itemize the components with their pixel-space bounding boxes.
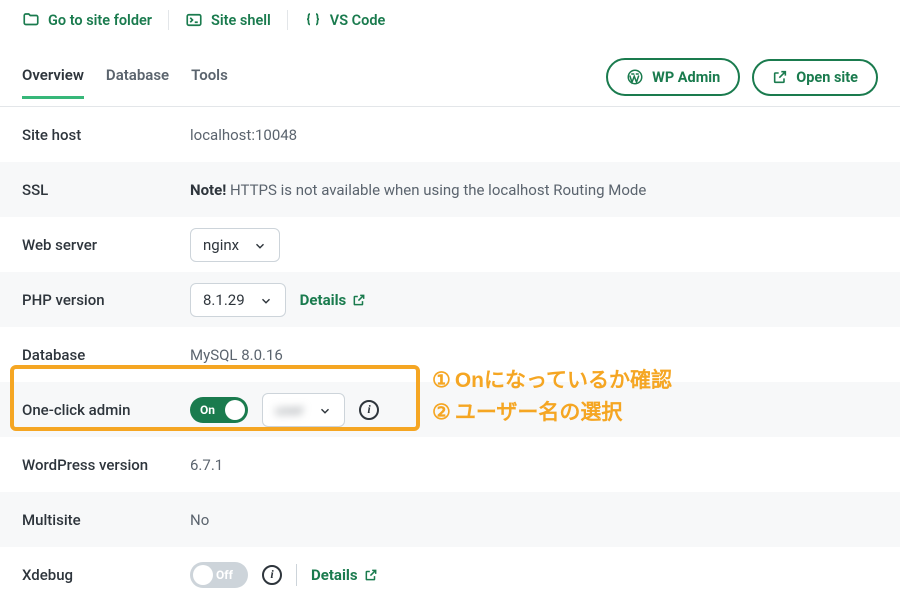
- overview-rows: Site host localhost:10048 SSL Note! HTTP…: [0, 107, 900, 602]
- xdebug-details-label: Details: [311, 566, 358, 584]
- info-icon[interactable]: i: [262, 565, 282, 585]
- wp-version-value: 6.7.1: [190, 456, 223, 474]
- row-web-server: Web server nginx: [0, 217, 900, 272]
- xdebug-label: Xdebug: [22, 566, 190, 584]
- row-ssl: SSL Note! HTTPS is not available when us…: [0, 162, 900, 217]
- chevron-down-icon: [318, 404, 332, 418]
- web-server-select[interactable]: nginx: [190, 228, 280, 262]
- ssl-value: Note! HTTPS is not available when using …: [190, 181, 646, 199]
- topbar-separator: [287, 10, 288, 30]
- tab-database[interactable]: Database: [106, 66, 169, 98]
- multisite-label: Multisite: [22, 511, 190, 529]
- folder-icon: [22, 11, 40, 29]
- separator: [296, 564, 297, 586]
- php-select[interactable]: 8.1.29: [190, 283, 286, 317]
- info-icon[interactable]: i: [359, 400, 379, 420]
- ssl-note-bold: Note!: [190, 181, 226, 199]
- wp-admin-label: WP Admin: [652, 69, 720, 86]
- tabbar: Overview Database Tools WP Admin Open si…: [0, 40, 900, 107]
- row-site-host: Site host localhost:10048: [0, 107, 900, 162]
- chevron-down-icon: [259, 294, 273, 308]
- tab-tools[interactable]: Tools: [191, 66, 228, 98]
- site-folder-link[interactable]: Go to site folder: [22, 11, 152, 29]
- toggle-knob: [225, 400, 245, 420]
- annotation-text: ①Onになっているか確認 ②ユーザー名の選択: [432, 365, 672, 428]
- topbar: Go to site folder Site shell VS Code: [0, 0, 900, 40]
- toggle-knob: [193, 565, 213, 585]
- annotation-number-1: ①: [432, 365, 451, 397]
- toggle-off-label: Off: [216, 568, 233, 582]
- wordpress-icon: [626, 68, 644, 86]
- site-shell-label: Site shell: [211, 12, 271, 29]
- database-value: MySQL 8.0.16: [190, 346, 283, 364]
- site-host-value: localhost:10048: [190, 126, 297, 144]
- external-link-icon: [364, 568, 378, 582]
- row-multisite: Multisite No: [0, 492, 900, 547]
- annotation-number-2: ②: [432, 397, 451, 429]
- site-folder-label: Go to site folder: [48, 12, 152, 29]
- vscode-link[interactable]: VS Code: [304, 11, 386, 29]
- ssl-label: SSL: [22, 181, 190, 199]
- one-click-label: One-click admin: [22, 401, 190, 419]
- xdebug-details-link[interactable]: Details: [311, 566, 378, 584]
- annotation-line-1: Onになっているか確認: [455, 369, 672, 392]
- chevron-down-icon: [253, 239, 267, 253]
- web-server-value: nginx: [203, 236, 239, 254]
- vscode-label: VS Code: [330, 12, 386, 29]
- php-details-label: Details: [300, 291, 347, 309]
- one-click-user-value: user: [275, 401, 304, 419]
- multisite-value: No: [190, 511, 209, 529]
- row-xdebug: Xdebug Off i Details: [0, 547, 900, 602]
- tab-overview[interactable]: Overview: [22, 66, 84, 98]
- toggle-on-label: On: [200, 403, 215, 417]
- terminal-icon: [185, 11, 203, 29]
- external-link-icon: [352, 293, 366, 307]
- site-host-label: Site host: [22, 126, 190, 144]
- tabs: Overview Database Tools: [22, 66, 228, 98]
- wp-version-label: WordPress version: [22, 456, 190, 474]
- row-wp-version: WordPress version 6.7.1: [0, 437, 900, 492]
- row-php: PHP version 8.1.29 Details: [0, 272, 900, 327]
- one-click-toggle[interactable]: On: [190, 397, 248, 423]
- code-braces-icon: [304, 11, 322, 29]
- wp-admin-button[interactable]: WP Admin: [606, 58, 740, 96]
- ssl-note-rest: HTTPS is not available when using the lo…: [226, 181, 646, 199]
- open-site-button[interactable]: Open site: [752, 59, 878, 96]
- topbar-separator: [168, 10, 169, 30]
- php-value: 8.1.29: [203, 291, 245, 309]
- php-label: PHP version: [22, 291, 190, 309]
- xdebug-toggle[interactable]: Off: [190, 562, 248, 588]
- site-shell-link[interactable]: Site shell: [185, 11, 271, 29]
- open-site-label: Open site: [796, 69, 858, 86]
- database-label: Database: [22, 346, 190, 364]
- annotation-line-2: ユーザー名の選択: [455, 401, 623, 424]
- php-details-link[interactable]: Details: [300, 291, 367, 309]
- web-server-label: Web server: [22, 236, 190, 254]
- one-click-user-select[interactable]: user: [262, 393, 345, 427]
- external-link-icon: [772, 69, 788, 85]
